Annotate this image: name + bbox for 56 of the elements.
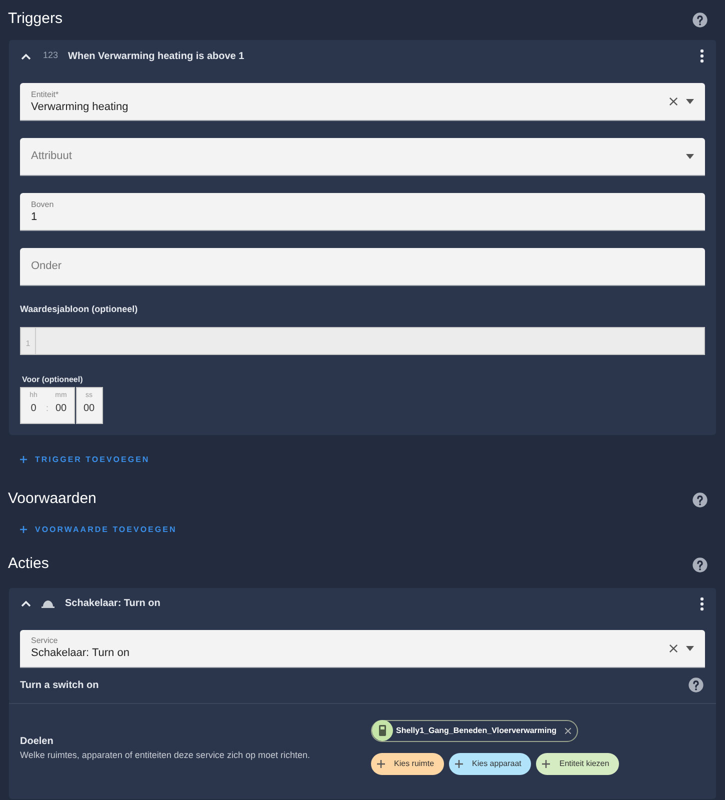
field-label: Service (31, 636, 59, 646)
bell-icon (41, 599, 55, 608)
time-value: 00 (83, 402, 95, 416)
field-label: Attribuut (31, 149, 73, 164)
clear-icon[interactable] (669, 644, 678, 652)
clear-icon[interactable] (669, 97, 678, 106)
help-icon[interactable] (692, 556, 708, 572)
help-icon[interactable] (692, 12, 708, 28)
field-label: Entiteit* (31, 90, 60, 100)
plus-icon (542, 760, 550, 768)
card-title: Schakelaar: Turn on (65, 597, 160, 611)
targets-description: Welke ruimtes, apparaten of entiteiten deze service zich op moet richten. (20, 748, 311, 762)
field-label: Boven (31, 200, 55, 210)
plus-icon (20, 456, 27, 463)
add-target-button[interactable]: Entiteit kiezen (536, 752, 620, 774)
dropdown-arrow-icon[interactable] (686, 646, 694, 650)
template-label: Waardesjabloon (optioneel) (20, 303, 139, 316)
help-icon[interactable] (688, 677, 704, 693)
add-link[interactable]: TRIGGER TOEVOEGEN (20, 454, 150, 466)
service-description: Turn a switch on (20, 678, 99, 692)
dropdown-arrow-icon[interactable] (686, 154, 694, 159)
plus-icon (455, 760, 464, 768)
input-field[interactable]: Attribuut (20, 138, 705, 176)
add-target-button[interactable]: Kies ruimte (371, 752, 444, 774)
time-value: 00 (55, 402, 67, 416)
collapse-icon[interactable] (21, 52, 31, 60)
plus-icon (377, 760, 385, 768)
device-icon (379, 725, 386, 736)
time-separator: : (46, 402, 49, 415)
field-value: Schakelaar: Turn on (31, 646, 130, 660)
input-field[interactable]: Onder (20, 248, 705, 286)
section-title: Voorwaarden (8, 489, 96, 510)
duration-label: Voor (optioneel) (22, 374, 84, 386)
add-link[interactable]: VOORWAARDE TOEVOEGEN (20, 524, 177, 536)
line-number: 1 (21, 328, 36, 354)
collapse-icon[interactable] (21, 600, 31, 607)
remove-icon[interactable] (564, 728, 571, 734)
trigger-type-label: 123 (43, 49, 58, 62)
input-field[interactable]: Entiteit* Verwarming heating (20, 83, 705, 121)
card-title: When Verwarming heating is above 1 (68, 50, 244, 64)
input-field[interactable]: Service Schakelaar: Turn on (20, 630, 705, 668)
plus-icon (20, 526, 27, 533)
section-title: Triggers (8, 9, 62, 30)
more-options-icon[interactable] (700, 596, 704, 610)
field-label: Onder (31, 259, 63, 274)
help-icon[interactable] (692, 492, 708, 508)
input-field[interactable]: Boven 1 (20, 193, 705, 231)
section-title: Acties (8, 554, 49, 574)
field-value: 1 (31, 210, 38, 224)
entity-chip[interactable]: Shelly1_Gang_Beneden_Vloerverwarming (371, 720, 578, 742)
field-value: Verwarming heating (31, 100, 130, 114)
time-value: 0 (30, 402, 36, 416)
more-options-icon[interactable] (700, 49, 704, 63)
add-target-button[interactable]: Kies apparaat (449, 752, 532, 774)
dropdown-arrow-icon[interactable] (686, 99, 694, 104)
targets-title: Doelen (20, 734, 54, 748)
